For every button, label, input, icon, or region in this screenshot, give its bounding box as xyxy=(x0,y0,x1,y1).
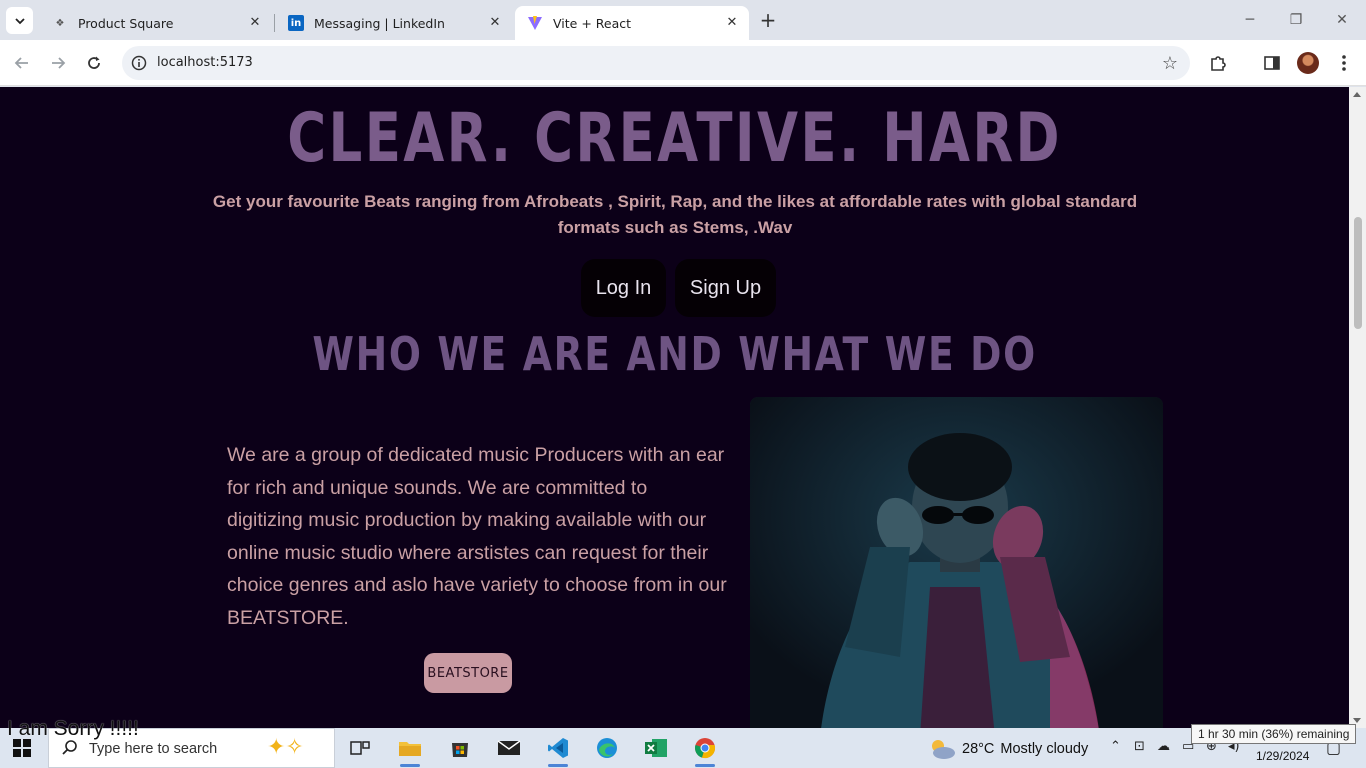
url-text: localhost:5173 xyxy=(157,55,253,70)
signup-button[interactable]: Sign Up xyxy=(675,259,776,317)
windows-taskbar: Type here to search ✦✧ 28°C Mostly cloud… xyxy=(0,728,1366,768)
tab-search-button[interactable] xyxy=(6,7,33,34)
about-paragraph: We are a group of dedicated music Produc… xyxy=(227,444,727,629)
scroll-up-icon[interactable] xyxy=(1353,92,1361,97)
cloudy-icon xyxy=(932,740,955,759)
battery-tooltip: 1 hr 30 min (36%) remaining xyxy=(1191,724,1357,744)
restore-button[interactable]: ❐ xyxy=(1284,8,1308,32)
meet-now-icon[interactable]: ⊡ xyxy=(1134,739,1145,754)
hero-title: CLEAR. CREATIVE. HARD xyxy=(287,99,1062,178)
tab-product-square[interactable]: ❖ Product Square ✕ xyxy=(40,6,272,40)
forward-button[interactable] xyxy=(46,51,70,75)
task-view-icon[interactable] xyxy=(346,734,374,762)
site-info-icon[interactable] xyxy=(130,54,148,72)
side-panel-icon xyxy=(1264,56,1280,70)
weather-temperature: 28°C xyxy=(962,741,995,757)
overlay-message: I am Sorry !!!!! xyxy=(7,717,139,740)
login-button[interactable]: Log In xyxy=(581,259,666,317)
close-icon[interactable]: ✕ xyxy=(725,16,739,30)
browser-toolbar: localhost:5173 ☆ xyxy=(0,40,1366,86)
page-scrollbar[interactable] xyxy=(1349,87,1366,728)
chevron-down-icon xyxy=(14,17,25,24)
profile-avatar[interactable] xyxy=(1297,52,1319,74)
chrome-icon[interactable] xyxy=(691,734,719,767)
sparkle-icon: ✦✧ xyxy=(267,735,304,760)
bookmark-star-icon[interactable]: ☆ xyxy=(1162,53,1178,74)
windows-start-button[interactable] xyxy=(13,739,31,757)
side-panel-button[interactable] xyxy=(1260,51,1284,75)
producer-photo xyxy=(750,397,1163,728)
arrow-left-icon xyxy=(14,57,28,69)
extensions-button[interactable] xyxy=(1206,51,1230,75)
onedrive-icon[interactable]: ☁ xyxy=(1157,739,1170,754)
linkedin-favicon: in xyxy=(288,15,304,31)
vite-favicon xyxy=(527,15,543,31)
weather-description: Mostly cloudy xyxy=(1000,741,1089,757)
close-window-button[interactable]: ✕ xyxy=(1330,8,1354,32)
vscode-icon[interactable] xyxy=(544,734,572,767)
web-page: CLEAR. CREATIVE. HARD Get your favourite… xyxy=(0,87,1349,728)
close-icon[interactable]: ✕ xyxy=(248,16,262,30)
puzzle-icon xyxy=(1211,56,1226,71)
close-icon[interactable]: ✕ xyxy=(488,16,502,30)
edge-icon[interactable] xyxy=(593,734,621,762)
product-square-favicon: ❖ xyxy=(55,17,65,29)
arrow-right-icon xyxy=(52,57,66,69)
hero-subtitle: Get your favourite Beats ranging from Af… xyxy=(212,192,1138,237)
browser-menu-button[interactable] xyxy=(1332,51,1356,75)
scrollbar-thumb[interactable] xyxy=(1354,217,1362,329)
browser-tabstrip: ❖ Product Square ✕ in Messaging | Linked… xyxy=(0,0,1366,40)
mail-icon[interactable] xyxy=(495,734,523,762)
more-vert-icon xyxy=(1342,55,1346,71)
weather-widget[interactable]: 28°C Mostly cloudy xyxy=(928,738,1088,760)
scroll-down-icon[interactable] xyxy=(1353,718,1361,723)
search-icon xyxy=(62,740,77,755)
microsoft-store-icon[interactable] xyxy=(446,734,474,762)
reload-button[interactable] xyxy=(82,51,106,75)
tab-vite-react[interactable]: Vite + React ✕ xyxy=(515,6,749,40)
search-placeholder: Type here to search xyxy=(89,741,218,757)
tab-linkedin[interactable]: in Messaging | LinkedIn ✕ xyxy=(276,6,512,40)
minimize-button[interactable]: ─ xyxy=(1238,8,1262,32)
tab-title: Product Square xyxy=(78,15,174,31)
taskbar-date[interactable]: 1/29/2024 xyxy=(1256,749,1309,763)
beatstore-button[interactable]: BEATSTORE xyxy=(424,653,512,693)
section-title: WHO WE ARE AND WHAT WE DO xyxy=(312,327,1037,381)
chevron-up-icon[interactable]: ⌃ xyxy=(1110,739,1121,754)
tab-title: Messaging | LinkedIn xyxy=(314,15,445,31)
excel-icon[interactable] xyxy=(642,734,670,762)
file-explorer-icon[interactable] xyxy=(396,734,424,767)
back-button[interactable] xyxy=(10,51,34,75)
tab-divider xyxy=(274,14,275,32)
tab-title: Vite + React xyxy=(553,15,632,31)
address-bar[interactable]: localhost:5173 ☆ xyxy=(122,46,1190,80)
new-tab-button[interactable]: + xyxy=(756,9,780,33)
reload-icon xyxy=(88,56,100,69)
